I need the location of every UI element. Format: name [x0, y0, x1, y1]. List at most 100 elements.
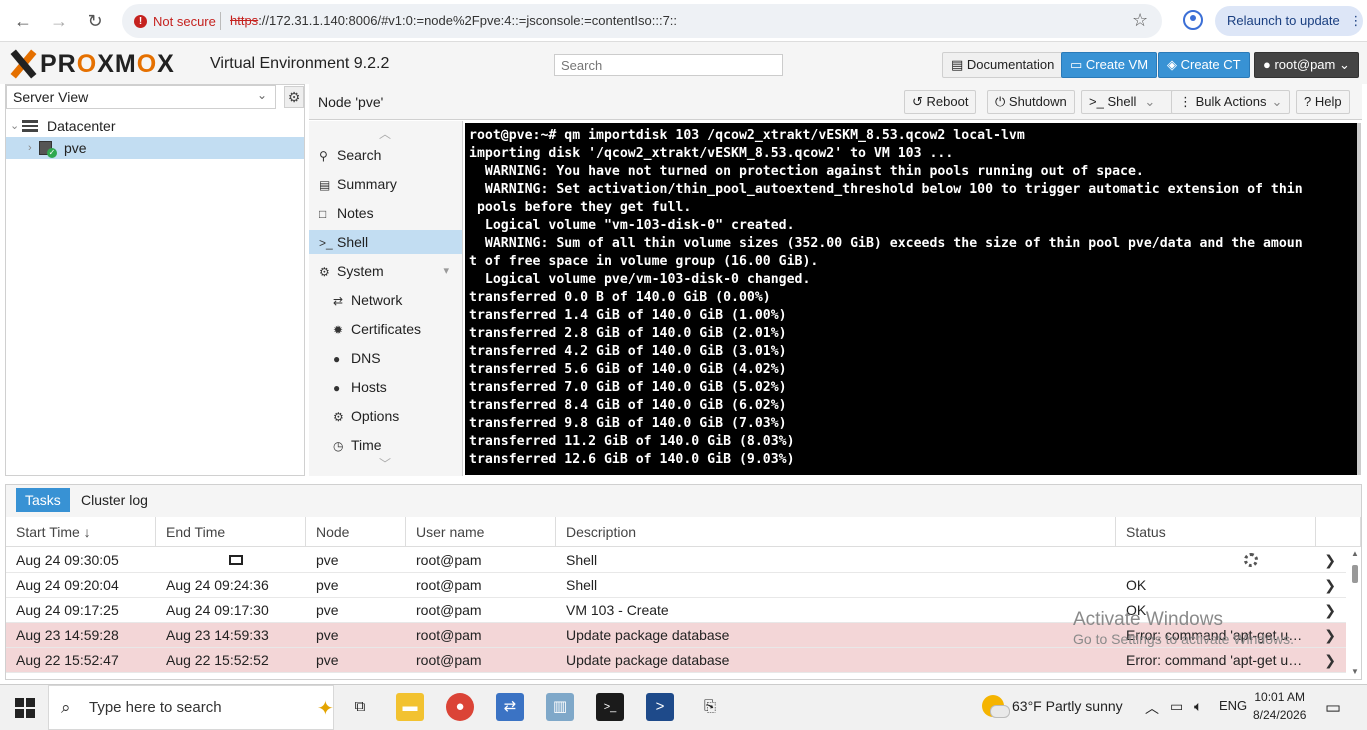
reload-icon[interactable]: ↻: [83, 9, 107, 33]
menu-item-label: Shell: [337, 234, 369, 250]
menu-item-certificates[interactable]: ✹ Certificates: [309, 317, 462, 341]
windows-taskbar: ⌕ Type here to search ✦ ⧉ ▬ ● ⇄ ▥ >_ > ⎘…: [0, 684, 1367, 730]
task-view-icon[interactable]: ⧉: [346, 693, 374, 721]
bulk-actions-button[interactable]: ⋮ Bulk Actions ⌄: [1171, 90, 1290, 114]
network-icon[interactable]: ▭: [1170, 698, 1183, 715]
menu-item-label: Options: [351, 408, 400, 424]
shutdown-button[interactable]: ⏻ Shutdown: [987, 90, 1075, 114]
notification-icon[interactable]: ▭: [1325, 698, 1341, 718]
chevron-up-icon[interactable]: ︿: [1145, 698, 1159, 718]
terminal-scrollbar[interactable]: [1357, 123, 1361, 475]
proxmox-x-icon: [8, 49, 38, 79]
scroll-up-icon[interactable]: ▲: [1351, 549, 1359, 558]
menu-item-dns[interactable]: ● DNS: [309, 346, 462, 370]
menu-item-label: Notes: [337, 205, 374, 221]
weather-icon[interactable]: [982, 695, 1010, 718]
tree-item-pve[interactable]: › ✓ pve: [6, 137, 304, 159]
menu-item-search[interactable]: ⚲ Search: [309, 143, 462, 167]
relaunch-button[interactable]: Relaunch to update ⋮: [1215, 6, 1363, 36]
task-list-scrollbar[interactable]: ▲ ▼: [1349, 547, 1361, 679]
documentation-button[interactable]: ▤ Documentation: [942, 52, 1064, 78]
chevron-right-icon[interactable]: ❯: [1324, 648, 1336, 672]
table-row[interactable]: Aug 24 09:30:05 pve root@pam Shell ❯: [6, 548, 1346, 573]
cell-status: Error: command 'apt-get upd...: [1126, 652, 1306, 668]
column-node[interactable]: Node: [306, 517, 406, 547]
collapse-icon[interactable]: ▾: [443, 259, 449, 283]
security-label: Not secure: [153, 13, 216, 29]
snipping-tool-icon[interactable]: ⎘: [696, 693, 724, 721]
chevron-right-icon[interactable]: ❯: [1324, 598, 1336, 622]
scroll-up-icon[interactable]: ︿: [379, 125, 391, 142]
powershell-icon[interactable]: >: [646, 693, 674, 721]
weather-label[interactable]: 63°F Partly sunny: [1012, 698, 1123, 714]
chevron-right-icon[interactable]: ❯: [1324, 573, 1336, 597]
node-toolbar: Node 'pve' ↺ Reboot ⏻ Shutdown >_ Shell ⌄…: [309, 84, 1362, 120]
menu-item-summary[interactable]: ▤ Summary: [309, 172, 462, 196]
column-description[interactable]: Description: [556, 517, 1116, 547]
security-chip[interactable]: ! Not secure: [134, 12, 216, 30]
menu-item-notes[interactable]: □ Notes: [309, 201, 462, 225]
menu-item-system[interactable]: ⚙ System ▾: [309, 259, 462, 283]
collapse-icon[interactable]: ⌄: [10, 115, 19, 137]
shell-menu-button[interactable]: >_ Shell ⌄: [1081, 90, 1173, 114]
view-selector[interactable]: Server View ⌄: [6, 85, 276, 109]
help-button[interactable]: ? Help: [1296, 90, 1350, 114]
terminal-line: pools before they get full.: [469, 200, 692, 215]
tab-cluster-log[interactable]: Cluster log: [72, 488, 157, 512]
bookmark-star-icon[interactable]: ☆: [1132, 10, 1148, 31]
profile-icon[interactable]: [1183, 10, 1203, 30]
address-bar[interactable]: ! Not secure https://172.31.1.140:8006/#…: [122, 4, 1162, 38]
column-user-name[interactable]: User name: [406, 517, 556, 547]
user-menu-button[interactable]: ● root@pam ⌄: [1254, 52, 1359, 78]
scroll-thumb[interactable]: [1352, 565, 1358, 583]
expand-icon[interactable]: ›: [28, 137, 32, 159]
cogs-icon: ⚙: [319, 265, 330, 279]
forward-arrow-icon[interactable]: →: [47, 9, 71, 33]
menu-item-options[interactable]: ⚙ Options: [309, 404, 462, 428]
volume-icon[interactable]: 🔈︎: [1194, 698, 1202, 715]
note-icon: □: [319, 207, 327, 221]
menu-item-time[interactable]: ◷ Time: [309, 433, 462, 457]
tab-tasks[interactable]: Tasks: [16, 488, 70, 512]
windows-start-icon[interactable]: [15, 698, 35, 718]
menu-item-hosts[interactable]: ● Hosts: [309, 375, 462, 399]
chevron-down-icon: ⌄: [1335, 57, 1350, 72]
terminal-line: transferred 4.2 GiB of 140.0 GiB (3.01%): [469, 344, 787, 359]
chevron-right-icon[interactable]: ❯: [1324, 623, 1336, 647]
url-text[interactable]: https://172.31.1.140:8006/#v1:0:=node%2F…: [230, 13, 677, 28]
language-indicator[interactable]: ENG: [1219, 698, 1247, 713]
clock-icon: ◷: [333, 439, 344, 453]
notepad-icon[interactable]: ▥: [546, 693, 574, 721]
taskbar-search-box[interactable]: ⌕ Type here to search ✦: [48, 685, 334, 730]
terminal-line: WARNING: You have not turned on protecti…: [469, 164, 1144, 179]
shell-terminal[interactable]: root@pve:~# qm importdisk 103 /qcow2_xtr…: [465, 123, 1359, 475]
chevron-right-icon[interactable]: ❯: [1324, 548, 1336, 572]
node-icon: ✓: [39, 141, 57, 158]
cell-user: root@pam: [416, 552, 482, 568]
column-status[interactable]: Status: [1116, 517, 1316, 547]
tree-item-datacenter[interactable]: ⌄ Datacenter: [6, 115, 304, 137]
tree-settings-gear-icon[interactable]: ⚙: [284, 86, 304, 108]
create-vm-button[interactable]: ▭ Create VM: [1061, 52, 1158, 78]
menu-item-network[interactable]: ⇄ Network: [309, 288, 462, 312]
command-prompt-icon[interactable]: >_: [596, 693, 624, 721]
menu-item-label: Search: [337, 147, 382, 163]
reboot-button[interactable]: ↺ Reboot: [904, 90, 977, 114]
back-arrow-icon[interactable]: ←: [11, 9, 35, 33]
chrome-icon[interactable]: ●: [446, 693, 474, 721]
file-explorer-icon[interactable]: ▬: [396, 693, 424, 721]
table-row[interactable]: Aug 22 15:52:47 Aug 22 15:52:52 pve root@pa…: [6, 648, 1346, 673]
table-row[interactable]: Aug 24 09:20:04 Aug 24 09:24:36 pve root@pa…: [6, 573, 1346, 598]
page-title: Node 'pve': [318, 94, 384, 110]
menu-item-shell[interactable]: >_ Shell: [309, 230, 462, 254]
column-end-time[interactable]: End Time: [156, 517, 306, 547]
scroll-down-icon[interactable]: ▼: [1351, 667, 1359, 676]
create-ct-label: Create CT: [1180, 57, 1241, 72]
column-start-time[interactable]: Start Time ↓: [6, 517, 156, 547]
create-ct-button[interactable]: ◈ Create CT: [1158, 52, 1250, 78]
taskbar-clock[interactable]: 10:01 AM 8/24/2026: [1253, 688, 1306, 724]
terminal-line: transferred 2.8 GiB of 140.0 GiB (2.01%): [469, 326, 787, 341]
network-app-icon[interactable]: ⇄: [496, 693, 524, 721]
global-search-input[interactable]: [554, 54, 783, 76]
scroll-down-icon[interactable]: ﹀: [379, 455, 391, 472]
